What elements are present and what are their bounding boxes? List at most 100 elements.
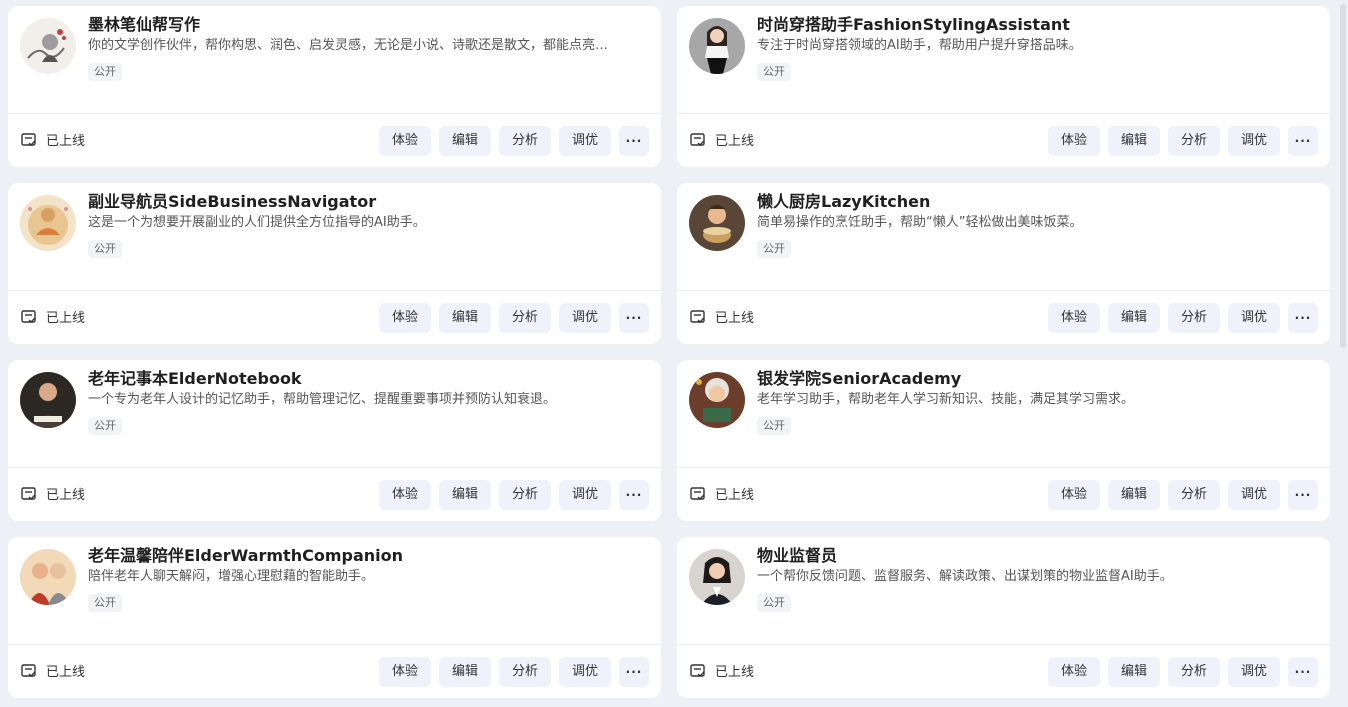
agent-card[interactable]: 老年记事本ElderNotebook 一个专为老年人设计的记忆助手，帮助管理记忆…	[8, 360, 661, 521]
more-button[interactable]: ···	[619, 480, 649, 510]
card-actions: 体验 编辑 分析 调优 ···	[1048, 480, 1318, 510]
agent-card[interactable]: 懒人厨房LazyKitchen 简单易操作的烹饪助手，帮助“懒人”轻松做出美味饭…	[677, 183, 1330, 344]
edit-button[interactable]: 编辑	[1108, 657, 1160, 687]
agent-title: 银发学院SeniorAcademy	[757, 369, 962, 388]
vertical-scrollbar[interactable]	[1340, 4, 1346, 348]
edit-button[interactable]: 编辑	[439, 657, 491, 687]
tune-button[interactable]: 调优	[559, 657, 611, 687]
status-label: 已上线	[46, 134, 86, 149]
analyze-button[interactable]: 分析	[1168, 126, 1220, 156]
more-button[interactable]: ···	[619, 126, 649, 156]
agent-title: 懒人厨房LazyKitchen	[757, 192, 931, 211]
visibility-tag: 公开	[757, 63, 791, 81]
status-label: 已上线	[46, 311, 86, 326]
ink-painting-avatar	[20, 18, 76, 74]
agent-card[interactable]: 银发学院SeniorAcademy 老年学习助手，帮助老年人学习新知识、技能，满…	[677, 360, 1330, 521]
elder-couple-avatar	[20, 549, 76, 605]
checklist-icon	[21, 309, 36, 323]
more-button[interactable]: ···	[1288, 303, 1318, 333]
more-button[interactable]: ···	[1288, 657, 1318, 687]
agent-card[interactable]: 墨林笔仙帮写作 你的文学创作伙伴，帮你构思、润色、启发灵感，无论是小说、诗歌还是…	[8, 6, 661, 167]
divider	[677, 113, 1330, 114]
more-button[interactable]: ···	[1288, 480, 1318, 510]
status-label: 已上线	[715, 134, 755, 149]
more-button[interactable]: ···	[1288, 126, 1318, 156]
analyze-button[interactable]: 分析	[1168, 303, 1220, 333]
elder-woman-book-avatar	[689, 372, 745, 428]
try-button[interactable]: 体验	[1048, 480, 1100, 510]
visibility-tag: 公开	[757, 594, 791, 612]
tune-button[interactable]: 调优	[559, 480, 611, 510]
edit-button[interactable]: 编辑	[439, 480, 491, 510]
try-button[interactable]: 体验	[379, 480, 431, 510]
more-button[interactable]: ···	[619, 303, 649, 333]
analyze-button[interactable]: 分析	[1168, 480, 1220, 510]
divider	[677, 290, 1330, 291]
divider	[677, 644, 1330, 645]
agent-card[interactable]: 老年温馨陪伴ElderWarmthCompanion 陪伴老年人聊天解闷，增强心…	[8, 537, 661, 698]
divider	[8, 290, 661, 291]
visibility-tag: 公开	[88, 594, 122, 612]
agent-card[interactable]: 副业导航员SideBusinessNavigator 这是一个为想要开展副业的人…	[8, 183, 661, 344]
try-button[interactable]: 体验	[1048, 126, 1100, 156]
agent-description: 老年学习助手，帮助老年人学习新知识、技能，满足其学习需求。	[757, 392, 1135, 407]
edit-button[interactable]: 编辑	[1108, 126, 1160, 156]
visibility-tag: 公开	[757, 240, 791, 258]
checklist-icon	[21, 663, 36, 677]
agent-title: 物业监督员	[757, 546, 838, 565]
tune-button[interactable]: 调优	[559, 126, 611, 156]
status-indicator: 已上线	[689, 484, 754, 503]
tune-button[interactable]: 调优	[559, 303, 611, 333]
agent-card[interactable]: 物业监督员 一个帮你反馈问题、监督服务、解读政策、出谋划策的物业监督AI助手。 …	[677, 537, 1330, 698]
status-indicator: 已上线	[20, 307, 85, 326]
edit-button[interactable]: 编辑	[1108, 303, 1160, 333]
status-indicator: 已上线	[689, 130, 754, 149]
agent-title: 时尚穿搭助手FashionStylingAssistant	[757, 15, 1070, 34]
edit-button[interactable]: 编辑	[439, 126, 491, 156]
chef-avatar	[689, 195, 745, 251]
more-button[interactable]: ···	[619, 657, 649, 687]
card-actions: 体验 编辑 分析 调优 ···	[379, 480, 649, 510]
tune-button[interactable]: 调优	[1228, 657, 1280, 687]
try-button[interactable]: 体验	[1048, 303, 1100, 333]
checklist-icon	[690, 486, 705, 500]
checklist-icon	[690, 309, 705, 323]
card-actions: 体验 编辑 分析 调优 ···	[379, 303, 649, 333]
try-button[interactable]: 体验	[1048, 657, 1100, 687]
checklist-icon	[690, 132, 705, 146]
try-button[interactable]: 体验	[379, 126, 431, 156]
tune-button[interactable]: 调优	[1228, 480, 1280, 510]
card-actions: 体验 编辑 分析 调优 ···	[1048, 126, 1318, 156]
analyze-button[interactable]: 分析	[499, 126, 551, 156]
analyze-button[interactable]: 分析	[499, 303, 551, 333]
status-label: 已上线	[715, 665, 755, 680]
agent-title: 墨林笔仙帮写作	[88, 15, 201, 34]
tune-button[interactable]: 调优	[1228, 126, 1280, 156]
visibility-tag: 公开	[757, 417, 791, 435]
agent-title: 老年温馨陪伴ElderWarmthCompanion	[88, 546, 404, 565]
status-indicator: 已上线	[20, 661, 85, 680]
tune-button[interactable]: 调优	[1228, 303, 1280, 333]
divider	[8, 113, 661, 114]
try-button[interactable]: 体验	[379, 657, 431, 687]
try-button[interactable]: 体验	[379, 303, 431, 333]
status-label: 已上线	[715, 311, 755, 326]
fashion-woman-avatar	[689, 18, 745, 74]
analyze-button[interactable]: 分析	[1168, 657, 1220, 687]
status-indicator: 已上线	[689, 661, 754, 680]
agent-description: 陪伴老年人聊天解闷，增强心理慰藉的智能助手。	[88, 569, 375, 584]
divider	[8, 467, 661, 468]
status-indicator: 已上线	[20, 484, 85, 503]
analyze-button[interactable]: 分析	[499, 657, 551, 687]
divider	[8, 644, 661, 645]
checklist-icon	[690, 663, 705, 677]
checklist-icon	[21, 486, 36, 500]
edit-button[interactable]: 编辑	[439, 303, 491, 333]
agent-description: 这是一个为想要开展副业的人们提供全方位指导的AI助手。	[88, 215, 426, 230]
edit-button[interactable]: 编辑	[1108, 480, 1160, 510]
analyze-button[interactable]: 分析	[499, 480, 551, 510]
status-label: 已上线	[46, 665, 86, 680]
agent-card[interactable]: 时尚穿搭助手FashionStylingAssistant 专注于时尚穿搭领域的…	[677, 6, 1330, 167]
status-label: 已上线	[715, 488, 755, 503]
agent-description: 专注于时尚穿搭领域的AI助手，帮助用户提升穿搭品味。	[757, 38, 1082, 53]
